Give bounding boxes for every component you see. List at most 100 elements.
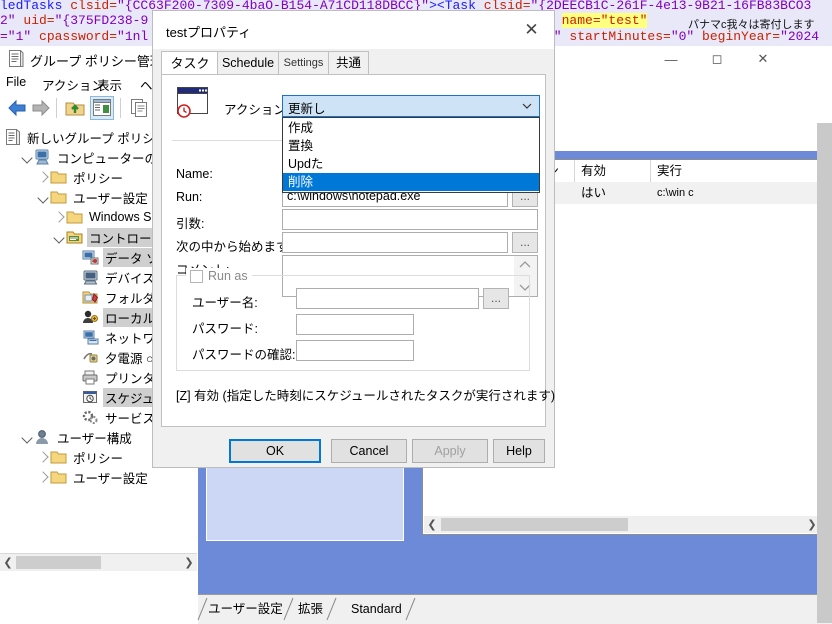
- run-as-label: Run as: [208, 269, 248, 283]
- column-header-2[interactable]: 有効: [575, 160, 651, 182]
- start-in-browse-button[interactable]: ...: [512, 232, 538, 253]
- content-vertical-scrollbar[interactable]: [817, 123, 832, 594]
- username-browse-button[interactable]: ...: [483, 288, 509, 309]
- chevron-right-icon[interactable]: [36, 170, 50, 184]
- tree-item-16[interactable]: ユーザー設定: [36, 467, 150, 487]
- scroll-right-arrow-icon[interactable]: ❯: [181, 554, 197, 571]
- tab-schedule[interactable]: Schedule: [217, 51, 279, 75]
- show-hide-tree-icon[interactable]: [90, 96, 114, 120]
- username-input[interactable]: [296, 288, 479, 309]
- folder-icon: [50, 469, 67, 485]
- back-arrow-icon[interactable]: [6, 97, 28, 119]
- action-option-1[interactable]: 置換: [283, 137, 539, 155]
- tree-twisty-spacer: [68, 410, 82, 424]
- tree-item-2[interactable]: ユーザー設定: [36, 187, 150, 207]
- run-as-legend[interactable]: Run as: [186, 268, 252, 284]
- scrollbar-thumb[interactable]: [16, 556, 101, 569]
- chevron-down-icon[interactable]: [36, 190, 50, 204]
- menu-view[interactable]: 表示: [97, 75, 122, 94]
- tab-settings[interactable]: Settings: [278, 51, 329, 75]
- xml-token: "{2DEECB1C-261F-4e13-9B21-16FB83BCO3: [530, 0, 812, 13]
- task-properties-dialog: testプロパティ ✕ タスク Schedule Settings 共通 アクシ…: [152, 10, 555, 468]
- tree-item-13[interactable]: サービス: [68, 407, 157, 427]
- bottom-tab-standard[interactable]: Standard: [351, 597, 416, 621]
- tree-item-14[interactable]: ユーザー構成: [20, 427, 134, 447]
- chevron-right-icon[interactable]: [36, 470, 50, 484]
- xml-token: clsid=: [70, 0, 118, 13]
- chevron-down-icon[interactable]: [52, 230, 66, 244]
- cancel-button[interactable]: Cancel: [331, 439, 407, 463]
- list-scrollbar-thumb[interactable]: [441, 518, 628, 531]
- printer-icon: [82, 369, 99, 385]
- bottom-tab-strip[interactable]: ユーザー設定 拡張 Standard: [197, 594, 832, 624]
- dialog-body: タスク Schedule Settings 共通 アクション: 更新し 作成 置換…: [153, 49, 555, 435]
- maximize-button[interactable]: ◻: [694, 46, 740, 72]
- tree-item-1[interactable]: ポリシー: [36, 167, 125, 187]
- tree-item-10[interactable]: 夕電源 ○ p: [68, 347, 162, 367]
- run-as-checkbox[interactable]: [190, 269, 203, 283]
- toolbar-separator-2: [120, 98, 121, 118]
- power-icon: [82, 349, 99, 365]
- bottom-tab-extended[interactable]: 拡張: [298, 597, 337, 621]
- tab-slash-right-icon-2: [326, 597, 337, 621]
- tree-twisty-spacer: [68, 370, 82, 384]
- menu-action[interactable]: アクション: [42, 75, 104, 94]
- xml-token: 2": [0, 13, 24, 28]
- tree-item-label: 夕電源 ○: [105, 351, 154, 366]
- chevron-right-icon[interactable]: [52, 210, 66, 224]
- tab-task[interactable]: タスク: [161, 51, 219, 75]
- forward-arrow-icon[interactable]: [30, 97, 52, 119]
- dialog-title: testプロパティ: [166, 25, 252, 40]
- bottom-tab-user-settings[interactable]: ユーザー設定: [197, 597, 294, 621]
- chevron-down-icon[interactable]: [20, 150, 34, 164]
- password-input[interactable]: [296, 314, 414, 335]
- apply-button[interactable]: Apply: [412, 439, 488, 463]
- xml-token: "{375FD238-9: [54, 13, 149, 28]
- minimize-button[interactable]: —: [648, 46, 694, 72]
- run-label: Run:: [176, 190, 203, 204]
- dialog-titlebar: testプロパティ ✕: [153, 11, 554, 49]
- action-combobox[interactable]: 更新し: [282, 95, 540, 117]
- dialog-tab-strip[interactable]: タスク Schedule Settings 共通: [161, 51, 546, 75]
- scroll-left-arrow-icon[interactable]: ❮: [0, 554, 16, 571]
- tree-horizontal-scrollbar[interactable]: ❮ ❯: [0, 553, 197, 571]
- copy-icon[interactable]: [128, 97, 150, 119]
- help-button[interactable]: Help: [493, 439, 545, 463]
- confirm-password-input[interactable]: [296, 340, 414, 361]
- close-button[interactable]: ✕: [740, 46, 786, 72]
- tree-twisty-spacer: [68, 310, 82, 324]
- xml-token: name=: [561, 13, 601, 28]
- folder-icon: [66, 209, 83, 225]
- chevron-right-icon[interactable]: [36, 450, 50, 464]
- list-horizontal-scrollbar[interactable]: ❮ ❯: [424, 516, 820, 533]
- action-option-2[interactable]: Updた: [283, 155, 539, 173]
- xml-token: "0": [670, 29, 703, 44]
- tree-item-6[interactable]: デバイス: [68, 267, 157, 287]
- arguments-input[interactable]: [282, 209, 538, 230]
- enabled-checkbox-row[interactable]: [Z] 有効 (指定した時刻にスケジュールされたタスクが実行されます): [176, 385, 555, 404]
- xml-token: cpassword=: [39, 29, 118, 44]
- tab-common[interactable]: 共通: [328, 51, 369, 75]
- up-folder-icon[interactable]: [64, 97, 86, 119]
- password-label: パスワード:: [192, 322, 258, 336]
- scroll-up-arrow-icon[interactable]: [519, 260, 531, 269]
- ok-button[interactable]: OK: [229, 439, 321, 463]
- table-cell: c:\win c: [657, 187, 694, 199]
- column-header-3[interactable]: 実行: [651, 160, 821, 182]
- user-icon: [34, 429, 51, 445]
- menu-file[interactable]: File: [6, 75, 26, 89]
- action-dropdown-list[interactable]: 作成 置換 Updた 削除: [282, 117, 540, 193]
- chevron-down-icon: [522, 103, 532, 109]
- arguments-label: 引数:: [176, 217, 205, 231]
- tab-slash-right-icon-3: [405, 597, 416, 621]
- tree-item-3[interactable]: Windows Sett: [52, 207, 167, 227]
- list-scroll-left-arrow-icon[interactable]: ❮: [424, 516, 440, 533]
- action-option-0[interactable]: 作成: [283, 119, 539, 137]
- dialog-close-icon[interactable]: ✕: [509, 11, 554, 49]
- chevron-down-icon[interactable]: [20, 430, 34, 444]
- action-option-3[interactable]: 削除: [283, 173, 539, 191]
- tree-item-15[interactable]: ポリシー: [36, 447, 125, 467]
- tree-twisty-spacer: [68, 350, 82, 364]
- start-in-input[interactable]: [282, 232, 508, 253]
- xml-token: "1nl: [117, 29, 149, 44]
